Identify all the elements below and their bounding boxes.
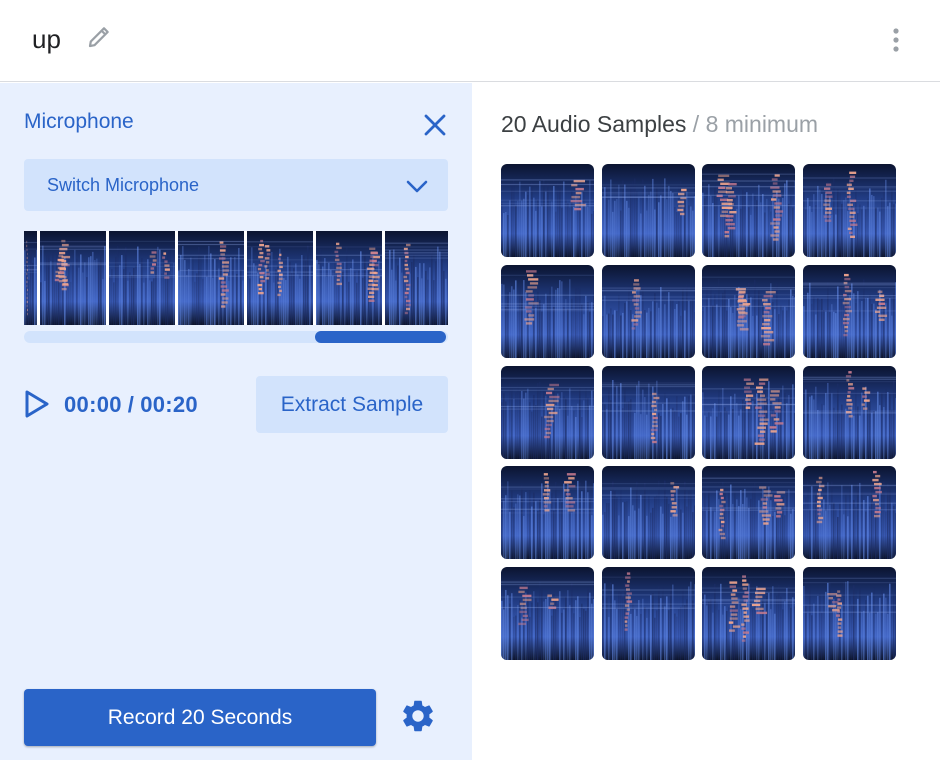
waveform-frame xyxy=(247,231,313,325)
audio-sample-thumbnail[interactable] xyxy=(803,466,896,559)
audio-sample-thumbnail[interactable] xyxy=(803,164,896,257)
waveform-frame xyxy=(316,231,382,325)
chevron-down-icon xyxy=(406,180,428,193)
total-time: 00:20 xyxy=(140,392,198,417)
microphone-panel: Microphone Switch Microphone 00:00/00:20… xyxy=(0,83,472,760)
audio-sample-thumbnail[interactable] xyxy=(702,567,795,660)
record-button[interactable]: Record 20 Seconds xyxy=(24,689,376,746)
audio-sample-thumbnail[interactable] xyxy=(803,265,896,358)
waveform-frame xyxy=(385,231,448,325)
pencil-icon[interactable] xyxy=(84,22,114,52)
app-header: up xyxy=(0,0,940,82)
audio-sample-thumbnail[interactable] xyxy=(602,164,695,257)
more-vert-icon[interactable] xyxy=(886,26,906,56)
extract-sample-button[interactable]: Extract Sample xyxy=(256,376,448,433)
audio-sample-thumbnail[interactable] xyxy=(702,164,795,257)
audio-sample-thumbnail[interactable] xyxy=(501,265,594,358)
switch-microphone-label: Switch Microphone xyxy=(47,175,200,195)
samples-count: 20 Audio Samples xyxy=(501,111,687,137)
close-icon[interactable] xyxy=(420,110,450,140)
waveform-scrollbar[interactable] xyxy=(24,331,448,343)
audio-waveform-strip[interactable] xyxy=(24,231,448,325)
audio-sample-thumbnail[interactable] xyxy=(602,466,695,559)
audio-sample-thumbnail[interactable] xyxy=(702,265,795,358)
panel-title: Microphone xyxy=(24,110,134,133)
audio-sample-thumbnail[interactable] xyxy=(702,366,795,459)
audio-sample-thumbnail[interactable] xyxy=(602,366,695,459)
audio-sample-thumbnail[interactable] xyxy=(501,466,594,559)
time-separator: / xyxy=(127,392,135,417)
samples-heading: 20 Audio Samples / 8 minimum xyxy=(501,111,818,138)
waveform-frame xyxy=(178,231,244,325)
current-time: 00:00 xyxy=(64,392,122,417)
playback-time: 00:00/00:20 xyxy=(64,392,198,418)
audio-sample-thumbnail[interactable] xyxy=(501,366,594,459)
samples-panel: 20 Audio Samples / 8 minimum xyxy=(472,83,940,760)
audio-sample-thumbnail[interactable] xyxy=(702,466,795,559)
waveform-frame xyxy=(109,231,175,325)
audio-sample-thumbnail[interactable] xyxy=(803,366,896,459)
play-icon[interactable] xyxy=(22,389,52,419)
waveform-frame xyxy=(40,231,106,325)
switch-microphone-dropdown[interactable]: Switch Microphone xyxy=(24,159,448,211)
samples-minimum: / 8 minimum xyxy=(692,111,819,137)
audio-sample-thumbnail[interactable] xyxy=(501,164,594,257)
audio-sample-thumbnail[interactable] xyxy=(602,567,695,660)
scrollbar-thumb[interactable] xyxy=(315,331,446,343)
gear-icon[interactable] xyxy=(399,697,437,735)
audio-sample-thumbnail[interactable] xyxy=(803,567,896,660)
page-title: up xyxy=(32,24,61,54)
audio-sample-thumbnail[interactable] xyxy=(501,567,594,660)
waveform-frame xyxy=(24,231,37,325)
audio-sample-thumbnail[interactable] xyxy=(602,265,695,358)
